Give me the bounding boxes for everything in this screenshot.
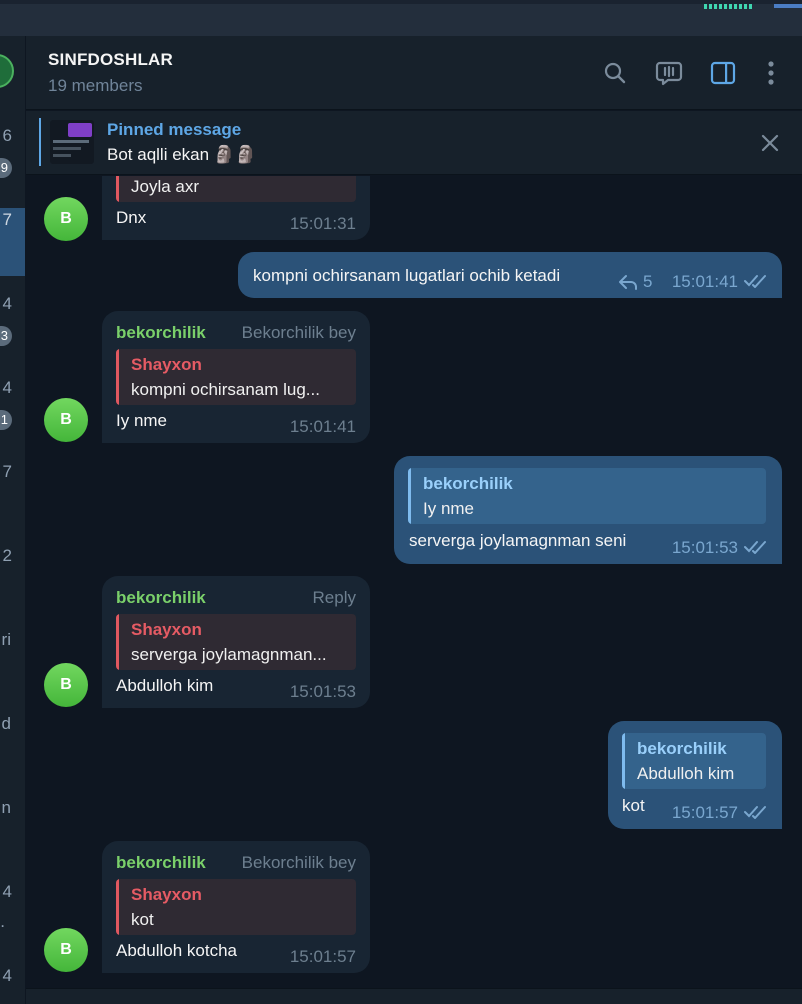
message-list[interactable]: B Joyla axr Dnx 15:01:31 kompni ochirsan… [26,176,802,988]
chat-list-fragment: 6 [2,126,12,145]
pinned-thumbnail [50,120,94,164]
reply-arrow-icon [619,275,637,290]
search-icon[interactable] [600,58,630,88]
message-bubble-incoming[interactable]: bekorchilik Bekorchilik bey Shayxon komp… [102,311,370,443]
chat-avatar[interactable] [0,54,14,88]
avatar[interactable]: B [44,663,88,707]
reply-preview[interactable]: Shayxon kot [116,879,356,935]
top-system-strip [0,0,802,36]
message-time: 15:01:53 [671,538,738,557]
close-icon[interactable] [758,131,782,155]
chat-list-fragment: 4 [2,882,12,901]
chat-list-fragment: 2 [2,546,12,565]
reply-text: kot [131,910,154,929]
message-composer-edge[interactable] [26,988,802,1004]
message-bubble-incoming[interactable]: Joyla axr Dnx 15:01:31 [102,176,370,240]
reply-text: serverga joylamagnman... [131,645,327,664]
pinned-text: Bot aqlli ekan 🗿🗿 [107,145,257,164]
unread-badge: 9 [0,158,12,178]
member-count[interactable]: 19 members [48,76,142,96]
double-check-icon [744,275,766,288]
message-text: kot [622,796,645,815]
message-bubble-outgoing[interactable]: kompni ochirsanam lugatlari ochib ketadi… [238,252,782,298]
reply-author: Shayxon [131,620,202,639]
message-time: 15:01:41 [671,272,738,291]
chat-list-fragment: ri [1,630,11,649]
message-text: serverga joylamagnman seni [409,531,627,550]
replies-count: 5 [643,272,653,291]
avatar[interactable]: B [44,197,88,241]
chat-list-fragment: 4 [2,966,12,985]
message-text: Abdulloh kim [116,676,214,695]
double-check-icon [744,806,766,819]
reply-author: bekorchilik [423,474,513,493]
sidebar-toggle-icon[interactable] [708,58,738,88]
message-time: 15:01:57 [671,803,738,822]
pinned-title: Pinned message [107,120,242,139]
video-chat-icon[interactable] [654,58,684,88]
message-time: 15:01:31 [289,214,356,233]
telegram-window: 6 9 7 4 3 4 1 7 2 ri d n 4 . 4 SINFDOSHL… [0,0,802,1004]
message-text: kompni ochirsanam lugatlari ochib ketadi [253,266,561,285]
reply-preview[interactable]: bekorchilik Abdulloh kim [622,733,766,789]
chat-list-fragment: n [1,798,11,817]
sender-name[interactable]: bekorchilik [116,323,206,343]
more-vertical-icon[interactable] [756,58,786,88]
sender-tag[interactable]: Reply [313,588,356,608]
reply-text: Abdulloh kim [637,764,735,783]
chat-list-fragment: 4 [2,294,12,313]
message-bubble-incoming[interactable]: bekorchilik Reply Shayxon serverga joyla… [102,576,370,708]
activity-indicator [704,4,752,9]
reply-preview[interactable]: Joyla axr [116,176,356,202]
reply-author: bekorchilik [637,739,727,758]
sender-tag: Bekorchilik bey [241,853,356,872]
reply-text: Joyla axr [131,177,200,196]
reply-text: kompni ochirsanam lug... [131,380,320,399]
reply-text: Iy nme [423,499,475,518]
message-bubble-incoming[interactable]: bekorchilik Bekorchilik bey Shayxon kot … [102,841,370,973]
message-text: Iy nme [116,411,168,430]
sender-tag: Bekorchilik bey [241,323,356,342]
message-bubble-outgoing[interactable]: bekorchilik Abdulloh kim kot 15:01:57 [608,721,782,829]
reply-author: Shayxon [131,885,202,904]
pinned-message-bar[interactable]: Pinned message Bot aqlli ekan 🗿🗿 [26,111,802,175]
message-text: Abdulloh kotcha [116,941,237,960]
message-time: 15:01:41 [289,417,356,436]
chat-list-fragment: 4 [2,378,12,397]
sender-name[interactable]: bekorchilik [116,588,206,608]
chat-list-fragment: 7 [2,462,12,481]
message-text: Dnx [116,208,147,227]
message-time: 15:01:53 [289,682,356,701]
sender-name[interactable]: bekorchilik [116,853,206,873]
chat-list-panel[interactable]: 6 9 7 4 3 4 1 7 2 ri d n 4 . 4 [0,36,26,1004]
unread-badge: 3 [0,326,12,346]
message-bubble-outgoing[interactable]: bekorchilik Iy nme serverga joylamagnman… [394,456,782,564]
double-check-icon [744,541,766,554]
unread-badge: 1 [0,410,12,430]
message-time: 15:01:57 [289,947,356,966]
chat-header[interactable]: SINFDOSHLAR 19 members [26,36,802,110]
reply-preview[interactable]: Shayxon kompni ochirsanam lug... [116,349,356,405]
reply-preview[interactable]: bekorchilik Iy nme [408,468,766,524]
replies-counter[interactable]: 5 [618,272,652,292]
reply-author: Shayxon [131,355,202,374]
avatar[interactable]: B [44,928,88,972]
avatar[interactable]: B [44,398,88,442]
chat-title[interactable]: SINFDOSHLAR [48,50,173,70]
reply-preview[interactable]: Shayxon serverga joylamagnman... [116,614,356,670]
pinned-accent-bar [39,118,41,166]
activity-indicator-secondary [774,4,802,8]
chat-list-fragment: . [0,912,5,931]
chat-list-fragment: d [1,714,11,733]
chat-list-fragment: 7 [2,210,12,229]
